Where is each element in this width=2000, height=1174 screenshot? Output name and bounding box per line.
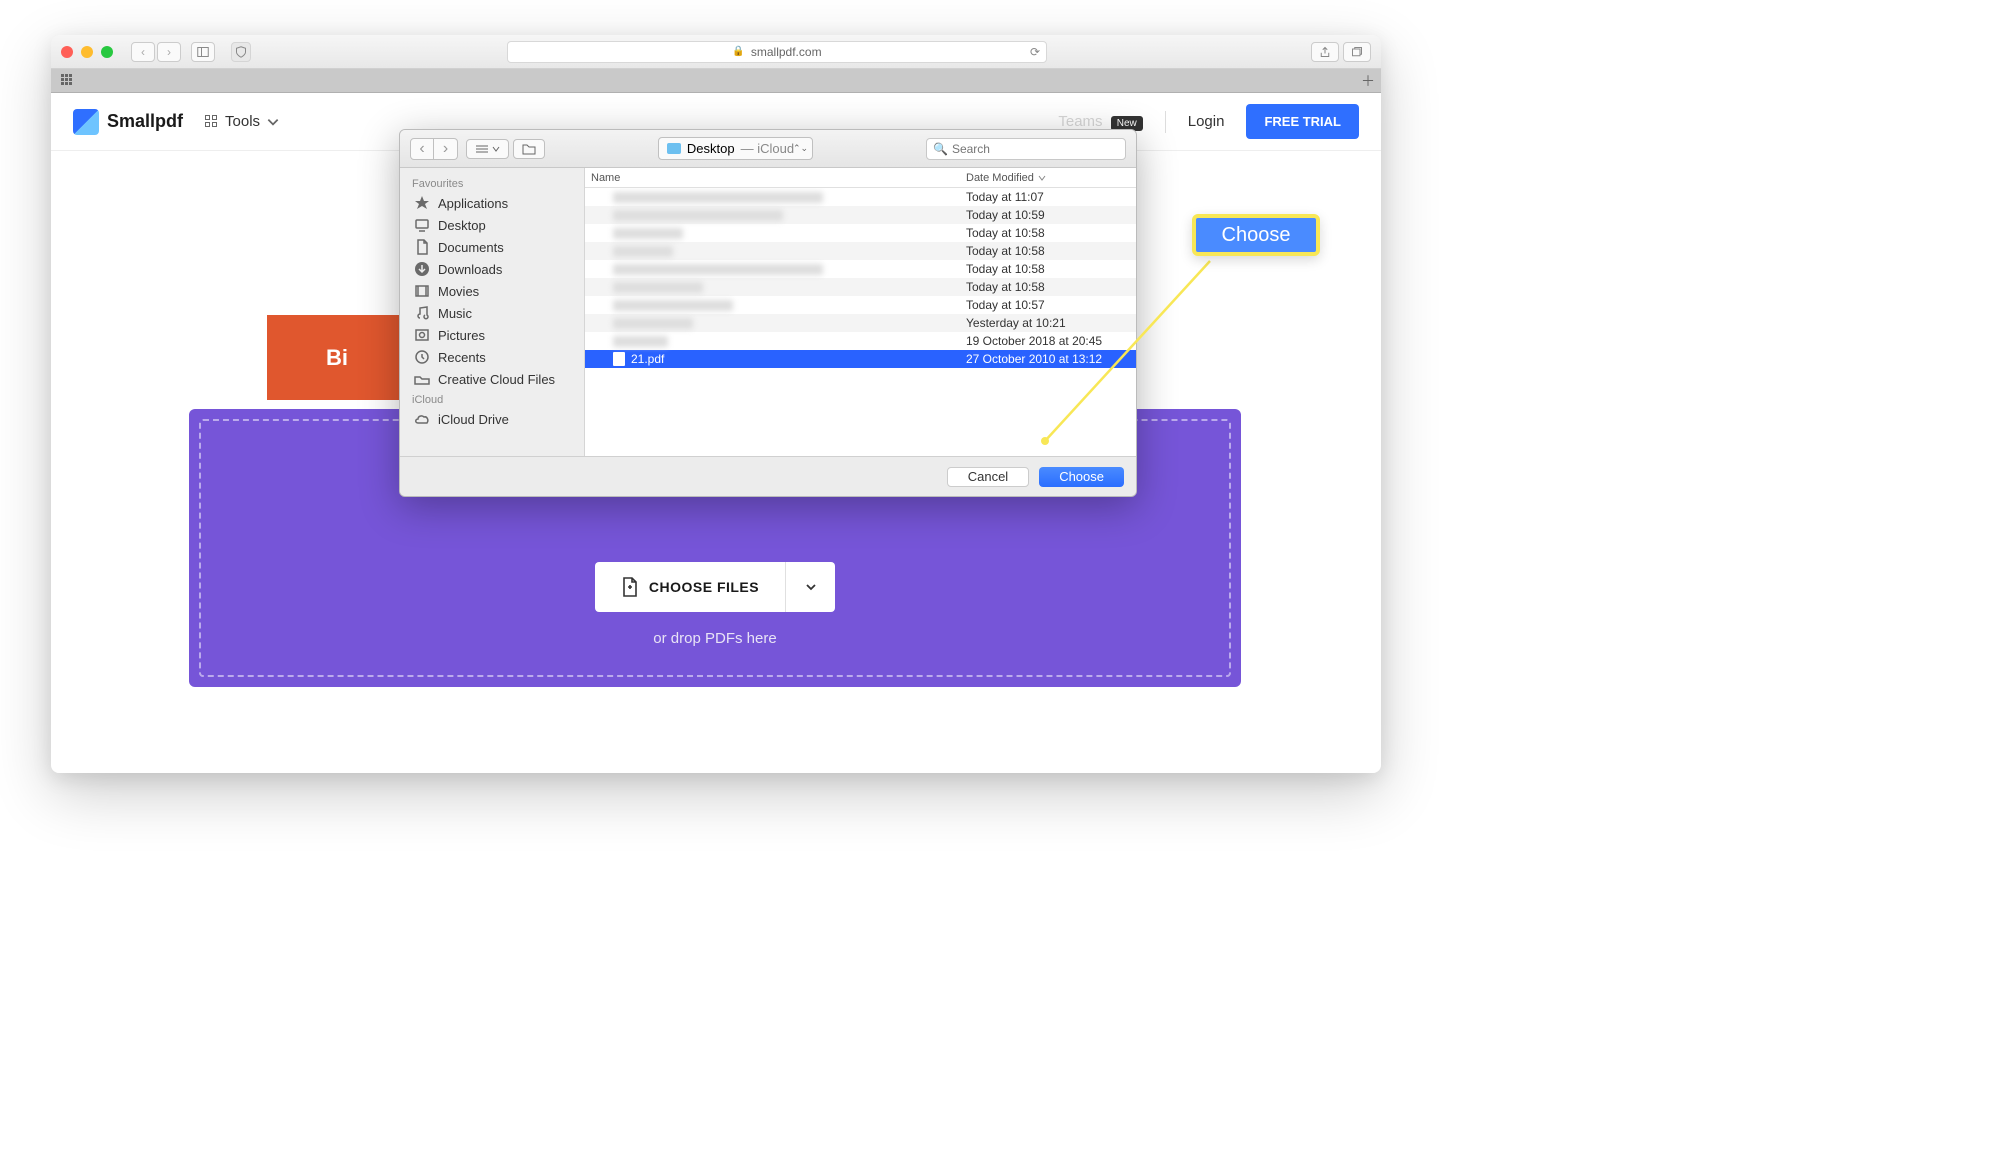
sidebar-item-icloud-drive[interactable]: iCloud Drive: [400, 408, 584, 430]
choose-files-button[interactable]: CHOOSE FILES: [595, 562, 785, 612]
login-link[interactable]: Login: [1188, 113, 1225, 130]
logo-text: Smallpdf: [107, 111, 183, 132]
favourites-heading: Favourites: [400, 174, 584, 192]
titlebar: ‹ › 🔒 smallpdf.com ⟳: [51, 35, 1381, 69]
thumbs-up-icon: [1061, 771, 1097, 773]
file-icon: [613, 352, 625, 366]
file-row[interactable]: xxxxToday at 10:59: [585, 206, 1136, 224]
sidebar-item-movies[interactable]: Movies: [400, 280, 584, 302]
free-trial-button[interactable]: FREE TRIAL: [1246, 104, 1359, 139]
sidebar-item-pictures[interactable]: Pictures: [400, 324, 584, 346]
sidebar-toggle-icon[interactable]: [191, 42, 215, 62]
teams-link[interactable]: Teamsams New: [1058, 113, 1142, 130]
privacy-shield-icon[interactable]: [231, 42, 251, 62]
col-date[interactable]: Date Modified: [966, 168, 1136, 187]
cloud-icon: [414, 411, 430, 427]
ad-block: Bi: [267, 315, 407, 400]
folder-type-icon: [414, 371, 430, 387]
tabs-icon[interactable]: [1343, 42, 1371, 62]
sidebar-item-desktop[interactable]: Desktop: [400, 214, 584, 236]
dialog-back-button[interactable]: ‹: [410, 138, 434, 160]
chevron-down-icon: [492, 145, 500, 153]
browser-window: ‹ › 🔒 smallpdf.com ⟳ ＋ S: [51, 35, 1381, 773]
file-icon: [621, 577, 639, 597]
folder-type-icon: [414, 261, 430, 277]
callout-choose: Choose: [1192, 214, 1320, 256]
browser-nav: ‹ ›: [131, 42, 181, 62]
logo[interactable]: Smallpdf: [73, 109, 183, 135]
tools-menu[interactable]: Tools: [205, 113, 280, 130]
share-icon[interactable]: [1311, 42, 1339, 62]
dialog-forward-button[interactable]: ›: [434, 138, 458, 160]
apps-grid-icon[interactable]: [61, 74, 75, 88]
icloud-heading: iCloud: [400, 390, 584, 408]
lock-icon: 🔒: [732, 46, 744, 57]
dialog-toolbar: ‹ › Desktop — iCloud ⌃⌄ 🔍: [400, 130, 1136, 168]
file-picker-dialog: ‹ › Desktop — iCloud ⌃⌄ 🔍: [399, 129, 1137, 497]
sidebar-item-recents[interactable]: Recents: [400, 346, 584, 368]
dialog-search[interactable]: 🔍: [926, 138, 1126, 160]
search-icon: 🔍: [933, 142, 948, 156]
file-row[interactable]: xxxxToday at 10:58: [585, 224, 1136, 242]
cancel-button[interactable]: Cancel: [947, 467, 1029, 487]
divider: [1165, 111, 1166, 133]
chevron-down-icon: [805, 581, 817, 593]
folder-type-icon: [414, 217, 430, 233]
grouping-button[interactable]: [513, 139, 545, 159]
tools-grid-icon: [205, 115, 219, 129]
file-row[interactable]: xxxxYesterday at 10:21: [585, 314, 1136, 332]
choose-button[interactable]: Choose: [1039, 467, 1124, 487]
view-mode-button[interactable]: [466, 139, 509, 159]
lightbulb-icon: [335, 771, 371, 773]
dialog-sidebar: Favourites ApplicationsDesktopDocumentsD…: [400, 168, 585, 456]
back-button[interactable]: ‹: [131, 42, 155, 62]
folder-icon: [522, 143, 536, 155]
folder-icon: [667, 143, 681, 154]
folder-type-icon: [414, 305, 430, 321]
folder-type-icon: [414, 195, 430, 211]
tab-bar: ＋: [51, 69, 1381, 93]
chevron-updown-icon: ⌃⌄: [793, 143, 808, 154]
file-row[interactable]: xxxxToday at 10:57: [585, 296, 1136, 314]
file-row[interactable]: xxxxToday at 10:58: [585, 242, 1136, 260]
sidebar-item-downloads[interactable]: Downloads: [400, 258, 584, 280]
file-row[interactable]: xxxx19 October 2018 at 20:45: [585, 332, 1136, 350]
col-name[interactable]: Name: [585, 168, 966, 187]
file-list-header: Name Date Modified: [585, 168, 1136, 188]
maximize-window-icon[interactable]: [101, 46, 113, 58]
traffic-lights: [61, 46, 113, 58]
logo-mark-icon: [73, 109, 99, 135]
award-icon: [698, 771, 734, 773]
minimize-window-icon[interactable]: [81, 46, 93, 58]
file-row[interactable]: xxxxToday at 10:58: [585, 278, 1136, 296]
forward-button[interactable]: ›: [157, 42, 181, 62]
sidebar-item-creative-cloud-files[interactable]: Creative Cloud Files: [400, 368, 584, 390]
new-tab-button[interactable]: ＋: [1361, 71, 1375, 91]
sidebar-item-applications[interactable]: Applications: [400, 192, 584, 214]
close-window-icon[interactable]: [61, 46, 73, 58]
folder-type-icon: [414, 239, 430, 255]
file-row[interactable]: xxxxToday at 11:07: [585, 188, 1136, 206]
location-selector[interactable]: Desktop — iCloud ⌃⌄: [658, 137, 813, 160]
chevron-down-icon: [266, 115, 280, 129]
file-list: Name Date Modified xxxxToday at 11:07xxx…: [585, 168, 1136, 456]
feature-icons: [51, 771, 1381, 773]
dialog-footer: Cancel Choose: [400, 456, 1136, 496]
folder-type-icon: [414, 283, 430, 299]
list-view-icon: [475, 144, 489, 154]
file-row[interactable]: 21.pdf27 October 2010 at 13:12: [585, 350, 1136, 368]
sidebar-item-documents[interactable]: Documents: [400, 236, 584, 258]
choose-files-dropdown[interactable]: [785, 562, 835, 612]
reload-icon[interactable]: ⟳: [1030, 45, 1040, 59]
folder-type-icon: [414, 327, 430, 343]
sidebar-item-music[interactable]: Music: [400, 302, 584, 324]
folder-type-icon: [414, 349, 430, 365]
drop-hint: or drop PDFs here: [653, 630, 776, 647]
file-row[interactable]: xxxxToday at 10:58: [585, 260, 1136, 278]
search-input[interactable]: [952, 142, 1119, 156]
sort-indicator-icon: [1038, 174, 1046, 182]
url-host: smallpdf.com: [751, 45, 822, 59]
address-bar[interactable]: 🔒 smallpdf.com ⟳: [507, 41, 1047, 63]
